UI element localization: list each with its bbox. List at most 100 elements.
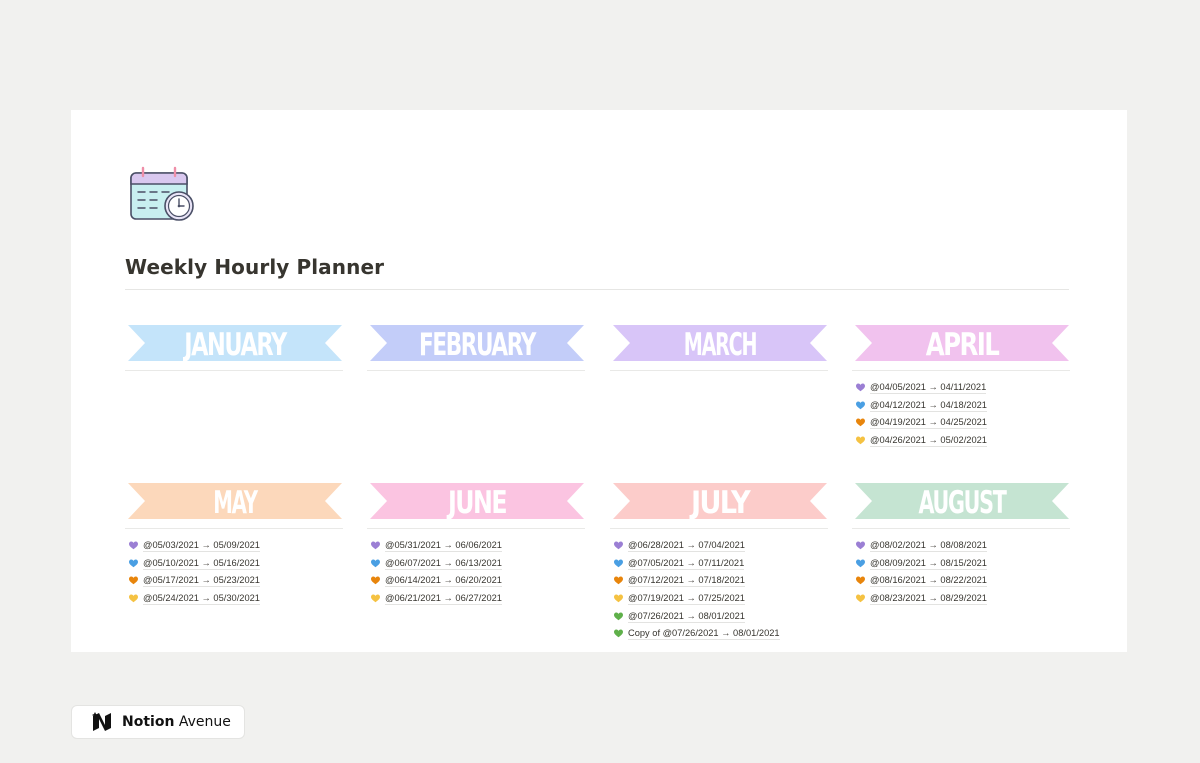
week-label: @05/17/2021 → 05/23/2021	[143, 575, 260, 588]
week-page-link[interactable]: @07/12/2021 → 07/18/2021	[614, 572, 830, 590]
month-divider	[125, 528, 343, 529]
week-page-link[interactable]: @08/23/2021 → 08/29/2021	[856, 590, 1072, 608]
week-page-link[interactable]: @07/19/2021 → 07/25/2021	[614, 590, 830, 608]
week-label: @06/07/2021 → 06/13/2021	[385, 557, 502, 570]
month-card-july[interactable]: JULY @06/28/2021 → 07/04/2021 @07/05/2021 …	[610, 482, 830, 643]
month-name: MAY	[213, 485, 258, 520]
week-page-link[interactable]: @08/16/2021 → 08/22/2021	[856, 572, 1072, 590]
week-label: Copy of @07/26/2021 → 08/01/2021	[628, 628, 780, 641]
yellow-heart-icon	[614, 594, 623, 603]
week-label: @07/05/2021 → 07/11/2021	[628, 557, 745, 570]
orange-heart-icon	[371, 576, 380, 585]
purple-heart-icon	[129, 541, 138, 550]
purple-heart-icon	[371, 541, 380, 550]
week-list: @05/31/2021 → 06/06/2021 @06/07/2021 → 06…	[367, 537, 587, 607]
blue-heart-icon	[856, 559, 865, 568]
week-label: @04/05/2021 → 04/11/2021	[870, 382, 987, 395]
month-card-august[interactable]: AUGUST @08/02/2021 → 08/08/2021 @08/09/202…	[852, 482, 1072, 607]
yellow-heart-icon	[371, 594, 380, 603]
month-card-may[interactable]: MAY @05/03/2021 → 05/09/2021 @05/10/2021 →…	[125, 482, 345, 607]
week-label: @06/28/2021 → 07/04/2021	[628, 540, 745, 553]
week-page-link[interactable]: @04/26/2021 → 05/02/2021	[856, 432, 1072, 450]
week-page-link[interactable]: @07/05/2021 → 07/11/2021	[614, 555, 830, 573]
month-card-february[interactable]: FEBRUARY	[367, 324, 587, 379]
week-label: @05/10/2021 → 05/16/2021	[143, 557, 260, 570]
week-page-link[interactable]: @05/31/2021 → 06/06/2021	[371, 537, 587, 555]
week-page-link[interactable]: Copy of @07/26/2021 → 08/01/2021	[614, 625, 830, 643]
week-page-link[interactable]: @06/14/2021 → 06/20/2021	[371, 572, 587, 590]
week-page-link[interactable]: @06/07/2021 → 06/13/2021	[371, 555, 587, 573]
week-label: @08/09/2021 → 08/15/2021	[870, 557, 987, 570]
week-label: @04/26/2021 → 05/02/2021	[870, 435, 987, 448]
week-label: @05/31/2021 → 06/06/2021	[385, 540, 502, 553]
notion-avenue-badge[interactable]: Notion Avenue	[71, 705, 245, 739]
orange-heart-icon	[129, 576, 138, 585]
green-heart-icon	[614, 612, 623, 620]
week-list: @05/03/2021 → 05/09/2021 @05/10/2021 → 05…	[125, 537, 345, 607]
month-divider	[610, 528, 828, 529]
calendar-clock-icon[interactable]	[127, 165, 201, 225]
month-name: JULY	[689, 485, 751, 520]
week-page-link[interactable]: @04/12/2021 → 04/18/2021	[856, 397, 1072, 415]
month-card-april[interactable]: APRIL @04/05/2021 → 04/11/2021 @04/12/2021…	[852, 324, 1072, 449]
orange-heart-icon	[614, 576, 623, 585]
week-page-link[interactable]: @04/05/2021 → 04/11/2021	[856, 379, 1072, 397]
week-page-link[interactable]: @06/28/2021 → 07/04/2021	[614, 537, 830, 555]
week-label: @07/19/2021 → 07/25/2021	[628, 593, 745, 606]
week-label: @05/24/2021 → 05/30/2021	[143, 593, 260, 606]
yellow-heart-icon	[856, 594, 865, 603]
orange-heart-icon	[856, 418, 865, 427]
week-label: @05/03/2021 → 05/09/2021	[143, 540, 260, 553]
green-heart-icon	[614, 629, 623, 638]
month-banner: MAY	[128, 483, 342, 520]
month-card-march[interactable]: MARCH	[610, 324, 830, 379]
month-divider	[852, 370, 1070, 371]
yellow-heart-icon	[856, 436, 865, 445]
month-card-january[interactable]: JANUARY	[125, 324, 345, 379]
week-list: @08/02/2021 → 08/08/2021 @08/09/2021 → 08…	[852, 537, 1072, 607]
month-divider	[852, 528, 1070, 529]
badge-suffix: Avenue	[174, 714, 231, 730]
blue-heart-icon	[371, 559, 380, 568]
month-banner: JANUARY	[128, 325, 342, 362]
week-page-link[interactable]: @04/19/2021 → 04/25/2021	[856, 414, 1072, 432]
month-name: AUGUST	[919, 485, 1007, 520]
title-divider	[125, 289, 1069, 290]
month-card-june[interactable]: JUNE @05/31/2021 → 06/06/2021 @06/07/2021 …	[367, 482, 587, 607]
week-page-link[interactable]: @06/21/2021 → 06/27/2021	[371, 590, 587, 608]
blue-heart-icon	[129, 559, 138, 568]
week-list: @04/05/2021 → 04/11/2021 @04/12/2021 → 04…	[852, 379, 1072, 449]
month-divider	[367, 528, 585, 529]
week-page-link[interactable]: @05/17/2021 → 05/23/2021	[129, 572, 345, 590]
month-name: JANUARY	[183, 327, 288, 362]
purple-heart-icon	[614, 541, 623, 550]
week-list: @06/28/2021 → 07/04/2021 @07/05/2021 → 07…	[610, 537, 830, 643]
purple-heart-icon	[856, 541, 865, 550]
week-label: @06/14/2021 → 06/20/2021	[385, 575, 502, 588]
badge-brand: Notion	[122, 714, 175, 730]
week-label: @04/19/2021 → 04/25/2021	[870, 417, 987, 430]
notion-page: Weekly Hourly Planner JANUARY FEBRUARY MAR…	[71, 110, 1127, 652]
week-label: @08/16/2021 → 08/22/2021	[870, 575, 987, 588]
month-banner: JUNE	[370, 483, 584, 520]
month-banner: APRIL	[855, 325, 1069, 362]
week-label: @08/23/2021 → 08/29/2021	[870, 593, 987, 606]
week-label: @07/12/2021 → 07/18/2021	[628, 575, 745, 588]
week-page-link[interactable]: @05/03/2021 → 05/09/2021	[129, 537, 345, 555]
blue-heart-icon	[614, 559, 623, 568]
week-page-link[interactable]: @07/26/2021 → 08/01/2021	[614, 607, 830, 625]
blue-heart-icon	[856, 401, 865, 410]
month-divider	[610, 370, 828, 371]
week-label: @04/12/2021 → 04/18/2021	[870, 399, 987, 412]
month-divider	[367, 370, 585, 371]
month-banner: FEBRUARY	[370, 325, 584, 362]
month-banner: JULY	[613, 483, 827, 520]
month-name: APRIL	[926, 327, 999, 362]
week-page-link[interactable]: @08/09/2021 → 08/15/2021	[856, 555, 1072, 573]
week-label: @08/02/2021 → 08/08/2021	[870, 540, 987, 553]
month-name: MARCH	[684, 327, 757, 362]
week-label: @07/26/2021 → 08/01/2021	[628, 610, 745, 623]
week-page-link[interactable]: @05/10/2021 → 05/16/2021	[129, 555, 345, 573]
week-page-link[interactable]: @05/24/2021 → 05/30/2021	[129, 590, 345, 608]
week-page-link[interactable]: @08/02/2021 → 08/08/2021	[856, 537, 1072, 555]
